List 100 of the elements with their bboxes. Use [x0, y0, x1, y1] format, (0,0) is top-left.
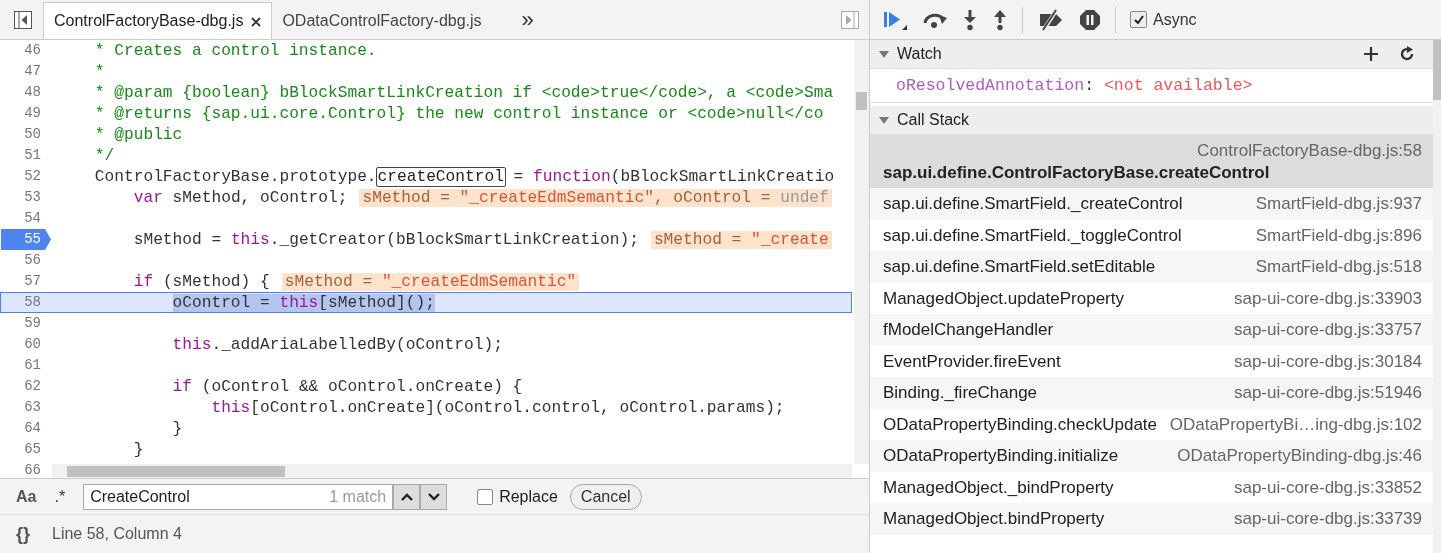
frame-location: sap-ui-core-dbg.js:51946 [1232, 382, 1422, 404]
inline-value: sMethod = "_createEdmSemantic" [281, 272, 580, 291]
inline-value: sMethod = "_createEdmSemantic", oControl = undef [359, 188, 832, 207]
call-stack-frame[interactable]: sap.ui.define.SmartField.setEditable SmartField-dbg.js:518 [870, 251, 1433, 283]
frame-location: SmartField-dbg.js:937 [1254, 193, 1422, 215]
breakpoint-marker[interactable]: 55 [1, 229, 51, 250]
replace-checkbox[interactable] [477, 488, 494, 505]
next-match-button[interactable] [420, 483, 448, 510]
pause-on-exceptions-icon[interactable] [1079, 8, 1101, 31]
function-name: ManagedObject.updateProperty [883, 287, 1124, 309]
deactivate-breakpoints-icon[interactable] [1037, 8, 1065, 31]
close-icon[interactable] [251, 17, 262, 27]
step-out-icon[interactable] [992, 8, 1008, 31]
code-line: ControlFactoryBase.prototype.createControl = function(bBlockSmartLinkCreatio [93, 167, 835, 186]
code-line: } [171, 419, 183, 438]
refresh-icon[interactable] [1399, 46, 1415, 62]
code-line: oControl = this[sMethod](); [171, 293, 435, 312]
call-stack-frame[interactable]: ControlFactoryBase-dbg.js:58 sap.ui.define.ControlFactoryBase.createControl [870, 135, 1433, 188]
watch-section-header[interactable]: Watch [870, 40, 1433, 69]
line-number: 48 [23, 83, 42, 102]
code-line: if (sMethod) { [132, 272, 270, 291]
line-number: 46 [23, 41, 42, 60]
more-tabs-button[interactable]: » [491, 6, 542, 33]
line-number: 62 [23, 377, 42, 396]
step-into-icon[interactable] [962, 8, 978, 31]
function-name: fModelChangeHandler [883, 319, 1054, 341]
call-stack-frame[interactable]: ManagedObject.bindProperty sap-ui-core-dbg.js:33739 [870, 503, 1433, 535]
line-number: 50 [23, 125, 42, 144]
frame-location: sap-ui-core-dbg.js:30184 [1232, 350, 1422, 372]
line-number: 47 [23, 62, 42, 81]
add-icon[interactable] [1363, 46, 1379, 62]
line-number: 53 [23, 188, 42, 207]
line-number: 54 [23, 209, 42, 228]
function-name: sap.ui.define.SmartField._toggleControl [883, 224, 1182, 246]
frame-location: sap-ui-core-dbg.js:33852 [1232, 476, 1422, 498]
code-line: } [132, 440, 144, 459]
replace-label: Replace [499, 487, 558, 506]
function-name: sap.ui.define.ControlFactoryBase.createControl [883, 161, 1270, 183]
pretty-print-button[interactable]: {} [10, 523, 36, 545]
vertical-scrollbar[interactable] [1433, 40, 1441, 553]
line-number: 49 [23, 104, 42, 123]
chevron-down-icon [427, 492, 440, 501]
cursor-position: Line 58, Column 4 [52, 525, 182, 543]
call-stack-frame[interactable]: Binding._fireChange sap-ui-core-dbg.js:51946 [870, 377, 1433, 409]
match-case-button[interactable]: Aa [10, 487, 43, 506]
async-checkbox[interactable] [1130, 11, 1147, 28]
line-number: 61 [23, 356, 42, 375]
line-number: 58 [23, 292, 42, 312]
frame-location: ODataPropertyBi…ing-dbg.js:102 [1168, 413, 1422, 435]
line-number: 52 [23, 167, 42, 186]
frame-location: SmartField-dbg.js:518 [1254, 256, 1422, 278]
call-stack-frame[interactable]: sap.ui.define.SmartField._createControl SmartField-dbg.js:937 [870, 188, 1433, 220]
file-tab[interactable]: ControlFactoryBase-dbg.js [43, 2, 273, 39]
code-line: * @public [93, 125, 183, 144]
line-number: 64 [23, 419, 42, 438]
line-number: 66 [23, 461, 42, 478]
sidebar-toggle-icon[interactable] [840, 10, 860, 30]
line-number: 59 [23, 314, 42, 333]
code-line: if (oControl && oControl.onCreate) { [171, 377, 523, 396]
code-line: */ [93, 146, 115, 165]
triangle-icon [879, 49, 889, 59]
function-name: ODataPropertyBinding.initialize [883, 445, 1119, 467]
horizontal-scrollbar[interactable] [52, 464, 852, 478]
call-stack-frame[interactable]: fModelChangeHandler sap-ui-core-dbg.js:33757 [870, 314, 1433, 346]
frame-location: SmartField-dbg.js:896 [1254, 224, 1422, 246]
search-field[interactable]: CreateControl 1 match [83, 483, 394, 510]
line-number: 57 [23, 272, 42, 291]
frame-location: sap-ui-core-dbg.js:33757 [1232, 319, 1422, 341]
async-label: Async [1153, 10, 1197, 29]
call-stack-frame[interactable]: ODataPropertyBinding.initialize ODataPropertyBinding-dbg.js:46 [870, 440, 1433, 472]
function-name: ManagedObject.bindProperty [883, 508, 1105, 530]
code-line: var sMethod, oControl; [132, 188, 348, 207]
code-line: * Creates a control instance. [93, 41, 377, 60]
frame-location: ODataPropertyBinding-dbg.js:46 [1176, 445, 1422, 467]
function-name: EventProvider.fireEvent [883, 350, 1061, 372]
line-number: 63 [23, 398, 42, 417]
cancel-button[interactable]: Cancel [569, 483, 642, 510]
inline-value: sMethod = "_create [650, 230, 832, 249]
line-number: 56 [23, 251, 42, 270]
watch-expression[interactable]: oResolvedAnnotation: <not available> [870, 76, 1253, 95]
function-name: sap.ui.define.SmartField.setEditable [883, 256, 1156, 278]
call-stack-section-header[interactable]: Call Stack [870, 106, 1433, 135]
code-line: this._addAriaLabelledBy(oControl); [171, 335, 503, 354]
vertical-scrollbar[interactable] [854, 40, 869, 464]
code-line: * [93, 62, 105, 81]
frame-location: ControlFactoryBase-dbg.js:58 [1196, 140, 1422, 162]
navigator-toggle-icon[interactable] [13, 10, 33, 30]
previous-match-button[interactable] [393, 483, 421, 510]
code-line: sMethod = this._getCreator(bBlockSmartLinkCreation); [132, 230, 639, 249]
code-line: * @param {boolean} bBlockSmartLinkCreation if <code>true</code>, a <code>Sma [93, 83, 834, 102]
file-tab[interactable]: ODataControlFactory-dbg.js [272, 3, 492, 39]
frame-location: sap-ui-core-dbg.js:33903 [1232, 287, 1422, 309]
line-number: 51 [23, 146, 42, 165]
function-name: Binding._fireChange [883, 382, 1038, 404]
chevron-up-icon [400, 492, 413, 501]
triangle-icon [879, 115, 889, 125]
function-name: sap.ui.define.SmartField._createControl [883, 193, 1183, 215]
line-number: 65 [23, 440, 42, 459]
regex-button[interactable]: .* [48, 487, 72, 506]
code-line: * @returns {sap.ui.core.Control} the new control instance or <code>null</co [93, 104, 824, 123]
